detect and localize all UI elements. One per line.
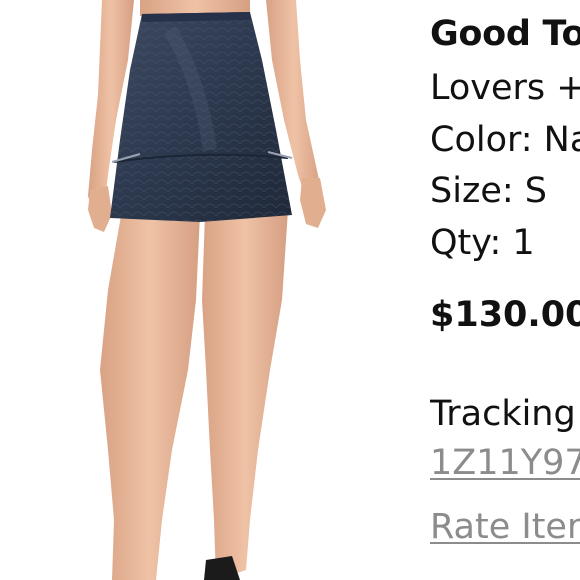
product-size: Size: S [430,171,547,211]
tracking-number-link[interactable]: 1Z11Y979 [430,446,580,481]
product-photo [88,0,326,580]
product-image[interactable] [0,0,405,580]
product-title[interactable]: Good To [430,17,580,52]
rate-item-link[interactable]: Rate Iter [430,510,580,545]
product-color: Color: Na [430,120,580,160]
product-quantity: Qty: 1 [430,223,535,263]
order-item-details: Good To Lovers + Color: Na Size: S Qty: … [430,0,580,580]
product-brand: Lovers + [430,68,580,108]
tracking-label: Tracking [430,394,576,434]
product-price: $130.00 [430,295,580,335]
